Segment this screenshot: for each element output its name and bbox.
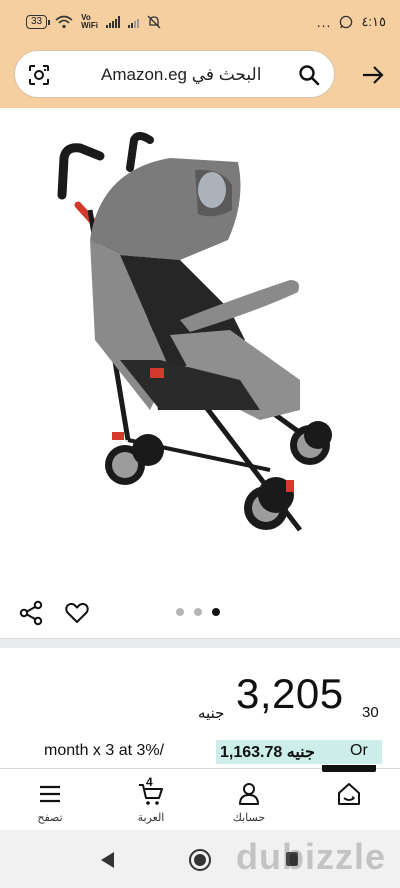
home-icon xyxy=(338,783,360,805)
battery-indicator: 33 xyxy=(26,15,51,29)
search-placeholder[interactable]: البحث في Amazon.eg xyxy=(101,65,261,85)
heart-icon[interactable] xyxy=(64,600,90,626)
section-divider xyxy=(0,638,400,648)
nav-home[interactable] xyxy=(314,769,384,831)
vowifi-label: Vo WiFi xyxy=(81,13,98,30)
share-icon[interactable] xyxy=(18,600,44,626)
nav-browse[interactable]: تصفح xyxy=(15,769,85,831)
installment-or: Or xyxy=(350,742,368,759)
price-whole: 3,205 xyxy=(236,670,344,717)
signal-icon-2 xyxy=(127,16,139,28)
installment-amount: 1,163.78 جنيه xyxy=(220,744,315,761)
wheel xyxy=(304,421,332,449)
status-overflow: ... xyxy=(316,14,332,30)
android-nav-bar: dubizzle xyxy=(0,830,400,888)
product-actions xyxy=(0,592,400,634)
search-icon[interactable] xyxy=(298,64,320,86)
android-back-icon[interactable] xyxy=(98,850,118,870)
signal-icon xyxy=(105,16,120,28)
back-arrow-icon[interactable] xyxy=(360,62,386,88)
amazon-product-page: 33 Vo WiFi ... ٤:١٥ البحث في Amazon.eg 3… xyxy=(0,0,400,888)
dubizzle-watermark: dubizzle xyxy=(236,836,386,877)
bottom-nav: تصفح 4 العربة حسابك xyxy=(0,768,400,830)
nav-cart[interactable]: 4 العربة xyxy=(116,769,186,831)
search-box[interactable]: البحث في Amazon.eg xyxy=(14,50,335,98)
price-block: 30 3,205 جنيه xyxy=(0,660,400,730)
whatsapp-icon xyxy=(340,15,353,29)
carousel-dot[interactable] xyxy=(176,608,184,616)
nav-account-label: حسابك xyxy=(232,812,266,824)
installment-text: month x 3 at 3%/ xyxy=(44,742,165,759)
camera-lens-icon[interactable] xyxy=(27,63,51,87)
search-header: البحث في Amazon.eg xyxy=(0,44,400,108)
price-currency: جنيه xyxy=(198,705,225,722)
nav-browse-label: تصفح xyxy=(37,812,63,824)
status-bar: 33 Vo WiFi ... ٤:١٥ xyxy=(0,0,400,44)
status-right: ... ٤:١٥ xyxy=(317,14,386,30)
carousel-dot-active[interactable] xyxy=(212,608,220,616)
user-icon xyxy=(239,783,259,805)
status-left: 33 Vo WiFi xyxy=(26,14,317,30)
carousel-dot[interactable] xyxy=(194,608,202,616)
cart-count-badge: 4 xyxy=(146,775,153,789)
wheel xyxy=(132,434,164,466)
stroller-illustration xyxy=(57,132,332,532)
price-fraction: 30 xyxy=(362,704,379,721)
nav-cart-label: العربة xyxy=(137,812,165,824)
menu-icon xyxy=(40,785,60,803)
product-image[interactable] xyxy=(0,110,400,580)
wifi-icon xyxy=(55,15,73,29)
installment-offer[interactable]: month x 3 at 3%/ 1,163.78 جنيه Or xyxy=(0,740,400,768)
carousel-dots xyxy=(176,608,220,616)
status-time: ٤:١٥ xyxy=(361,14,386,29)
nav-account[interactable]: حسابك xyxy=(214,769,284,831)
notification-muted-icon xyxy=(147,15,161,29)
android-home-icon[interactable] xyxy=(188,848,212,872)
